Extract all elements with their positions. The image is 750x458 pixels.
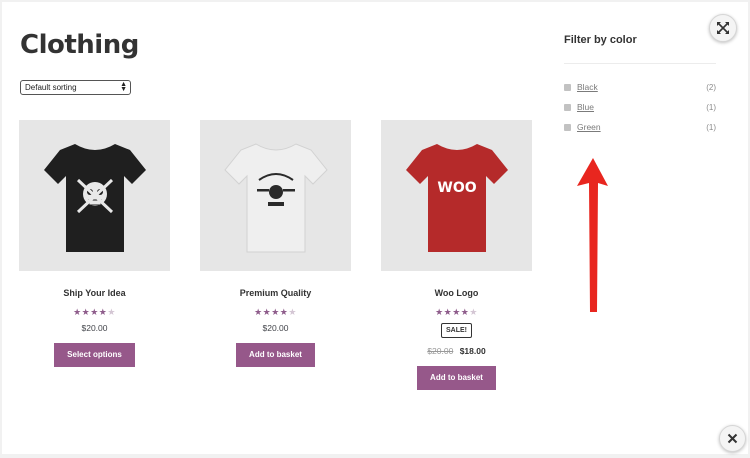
tshirt-icon [43, 143, 146, 252]
product-image[interactable]: WOO [381, 120, 532, 271]
star-rating: ★★★★★ [73, 307, 116, 317]
star-rating: ★★★★★ [254, 307, 297, 317]
expand-icon [717, 22, 729, 34]
color-swatch-icon [564, 103, 571, 111]
expand-button[interactable] [709, 14, 737, 42]
page: Clothing Default sorting ▲ ▼ Ship Your Id… [2, 2, 748, 454]
sorting-select[interactable]: Default sorting ▲ ▼ [20, 80, 131, 95]
old-price: $20.00 [427, 346, 454, 356]
color-swatch-icon [564, 123, 571, 131]
star-rating: ★★★★★ [435, 307, 478, 317]
divider [564, 63, 716, 64]
red-arrow-icon [577, 158, 608, 312]
add-to-basket-button[interactable]: Add to basket [236, 343, 315, 367]
color-filter-list: Black (2) Blue (1) Green (1) [564, 77, 716, 137]
product-price: $20.00 $18.00 [381, 346, 532, 356]
product-image[interactable] [19, 120, 170, 271]
select-options-button[interactable]: Select options [54, 343, 135, 367]
color-swatch-icon [564, 83, 571, 91]
product-name[interactable]: Ship Your Idea [19, 288, 170, 298]
filter-item-black[interactable]: Black (2) [564, 77, 716, 97]
filter-link[interactable]: Black [577, 82, 598, 92]
filter-item-green[interactable]: Green (1) [564, 117, 716, 137]
filter-count: (2) [706, 82, 716, 92]
product-image[interactable] [200, 120, 351, 271]
close-button[interactable] [719, 425, 746, 452]
tshirt-icon: WOO [405, 143, 508, 252]
filter-link[interactable]: Blue [577, 102, 594, 112]
sorting-select-value: Default sorting [25, 83, 77, 92]
filter-count: (1) [706, 122, 716, 132]
filter-link[interactable]: Green [577, 122, 601, 132]
select-arrows-icon: ▲ ▼ [120, 81, 127, 93]
widget-title: Filter by color [564, 34, 637, 46]
product-name[interactable]: Premium Quality [200, 288, 351, 298]
shirt-logo-text: WOO [437, 180, 476, 196]
product-price: $20.00 [262, 323, 289, 333]
filter-count: (1) [706, 102, 716, 112]
sale-badge: SALE! [441, 323, 472, 338]
page-title: Clothing [20, 30, 139, 60]
tshirt-icon [223, 142, 328, 252]
product-card: Premium Quality ★★★★★ $20.00 Add to bask… [200, 120, 351, 367]
add-to-basket-button[interactable]: Add to basket [417, 366, 496, 390]
product-card: WOO Woo Logo ★★★★★ SALE! $20.00 $18.00 A… [381, 120, 532, 390]
filter-item-blue[interactable]: Blue (1) [564, 97, 716, 117]
product-name[interactable]: Woo Logo [381, 288, 532, 298]
product-price: $20.00 [81, 323, 108, 333]
product-card: Ship Your Idea ★★★★★ $20.00 Select optio… [19, 120, 170, 367]
close-icon [727, 433, 738, 444]
sale-price: $18.00 [459, 346, 486, 356]
